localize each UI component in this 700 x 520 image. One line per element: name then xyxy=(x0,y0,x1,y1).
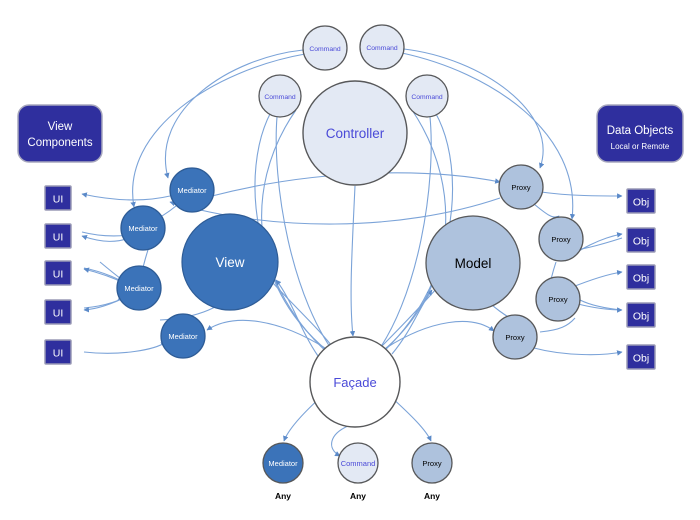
mediator-node-1[interactable]: Mediator xyxy=(120,205,166,251)
ui-box-4[interactable]: UI xyxy=(44,339,72,365)
arc-proxy-chain-1 xyxy=(533,203,560,222)
command-node-label: Command xyxy=(309,46,341,53)
proxy-node-label: Proxy xyxy=(505,333,524,342)
any-node-caption-1: Any xyxy=(350,491,366,501)
ui-box-label: UI xyxy=(53,232,64,244)
mediator-node-label: Mediator xyxy=(124,284,154,293)
ui-box-1[interactable]: UI xyxy=(44,223,72,249)
command-node-2[interactable]: Command xyxy=(258,74,302,118)
any-node-label: Mediator xyxy=(268,459,298,468)
any-node-label: Command xyxy=(341,459,376,468)
model-label: Model xyxy=(455,256,492,271)
any-node-caption-2: Any xyxy=(424,491,440,501)
ui-box-group: UI UI UI UI UI xyxy=(44,185,72,365)
mediator-node-label: Mediator xyxy=(177,186,207,195)
arc-facade-to-model xyxy=(391,289,433,355)
proxy-node-2[interactable]: Proxy xyxy=(535,276,581,322)
obj-box-group: Obj Obj Obj Obj Obj xyxy=(626,188,656,370)
proxy-node-label: Proxy xyxy=(511,183,530,192)
arc-proxy-to-obj-3 xyxy=(569,269,623,289)
mediator-node-0[interactable]: Mediator xyxy=(169,167,215,213)
diagram-svg: View Components Data Objects Local or Re… xyxy=(17,24,684,501)
diagram-canvas: View Components Data Objects Local or Re… xyxy=(0,0,700,520)
mediator-node-3[interactable]: Mediator xyxy=(160,313,206,359)
arc-facade-to-any-proxy xyxy=(389,395,432,442)
ui-box-label: UI xyxy=(53,194,64,206)
obj-box-2[interactable]: Obj xyxy=(626,264,656,290)
ui-box-label: UI xyxy=(53,269,64,281)
mediator-node-label: Mediator xyxy=(168,332,198,341)
arc-facade-to-view xyxy=(275,279,319,357)
obj-box-3[interactable]: Obj xyxy=(626,302,656,328)
proxy-node-3[interactable]: Proxy xyxy=(492,314,538,360)
obj-box-1[interactable]: Obj xyxy=(626,227,656,253)
arc-model-to-facade xyxy=(375,287,438,353)
panel-data-objects: Data Objects Local or Remote xyxy=(596,104,684,163)
arc-facade-to-mediator-outer xyxy=(206,319,326,349)
node-view[interactable]: View xyxy=(181,213,279,311)
command-node-label: Command xyxy=(366,45,398,52)
arc-controller-to-facade xyxy=(349,185,356,337)
command-node-label: Command xyxy=(264,94,296,101)
obj-box-label: Obj xyxy=(633,353,649,365)
command-node-3[interactable]: Command xyxy=(405,74,449,118)
arc-mediator-to-ui-1 xyxy=(81,192,171,201)
node-facade[interactable]: Façade xyxy=(309,336,401,428)
arc-proxy-to-obj-1 xyxy=(540,191,623,199)
command-node-1[interactable]: Command xyxy=(359,24,405,70)
ui-box-label: UI xyxy=(53,348,64,360)
panel-view-components: View Components xyxy=(17,104,103,163)
facade-label: Façade xyxy=(333,375,376,390)
obj-box-label: Obj xyxy=(633,197,649,209)
ui-box-3[interactable]: UI xyxy=(44,299,72,325)
proxy-node-label: Proxy xyxy=(551,235,570,244)
any-node-caption-0: Any xyxy=(275,491,291,501)
command-node-label: Command xyxy=(411,94,443,101)
any-group: Mediator Any Command Any Proxy Any xyxy=(262,442,453,501)
view-components-line1: View xyxy=(48,121,73,133)
obj-box-label: Obj xyxy=(633,273,649,285)
obj-box-label: Obj xyxy=(633,311,649,323)
obj-box-label: Obj xyxy=(633,236,649,248)
proxy-node-1[interactable]: Proxy xyxy=(538,216,584,262)
view-label: View xyxy=(215,255,244,270)
proxy-node-0[interactable]: Proxy xyxy=(498,164,544,210)
view-components-line2: Components xyxy=(27,137,92,149)
view-components-box xyxy=(17,104,103,163)
arc-proxy-to-obj-5 xyxy=(533,347,623,356)
any-node-2[interactable]: Proxy xyxy=(411,442,453,484)
controller-label: Controller xyxy=(326,126,385,141)
obj-box-0[interactable]: Obj xyxy=(626,188,656,214)
data-objects-line2: Local or Remote xyxy=(611,142,670,151)
node-model[interactable]: Model xyxy=(425,215,521,311)
ui-box-label: UI xyxy=(53,308,64,320)
arc-ui-to-mediator-5 xyxy=(83,341,167,354)
mediator-node-2[interactable]: Mediator xyxy=(116,265,162,311)
ui-box-2[interactable]: UI xyxy=(44,260,72,286)
proxy-node-label: Proxy xyxy=(548,295,567,304)
command-node-0[interactable]: Command xyxy=(302,25,348,71)
ui-box-0[interactable]: UI xyxy=(44,185,72,211)
mediator-node-label: Mediator xyxy=(128,224,158,233)
node-controller[interactable]: Controller xyxy=(302,80,408,186)
data-objects-line1: Data Objects xyxy=(607,125,674,137)
any-node-0[interactable]: Mediator xyxy=(262,442,304,484)
any-node-1[interactable]: Command xyxy=(337,442,379,484)
obj-box-4[interactable]: Obj xyxy=(626,344,656,370)
any-node-label: Proxy xyxy=(422,459,441,468)
